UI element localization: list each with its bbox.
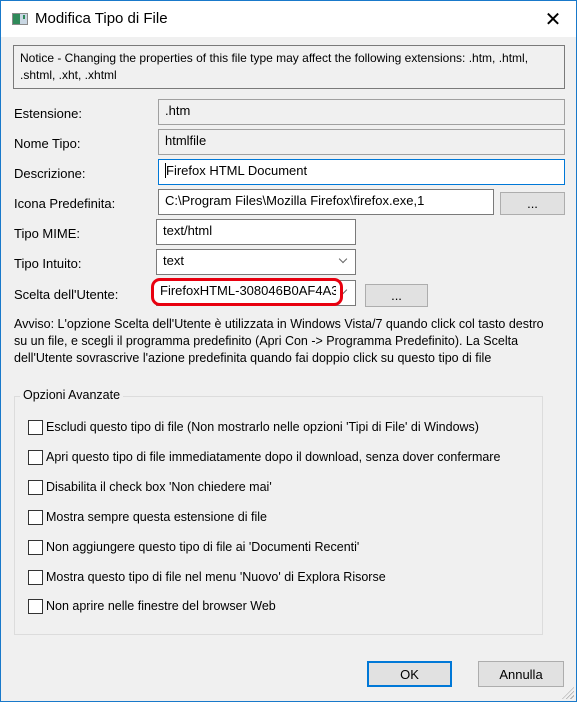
descrizione-value: Firefox HTML Document <box>166 163 308 178</box>
avviso-text: Avviso: L'opzione Scelta dell'Utente è u… <box>14 317 544 365</box>
option-show-in-new-menu[interactable]: Mostra questo tipo di file nel menu 'Nuo… <box>28 568 386 586</box>
option-exclude-file-type[interactable]: Escludi questo tipo di file (Non mostrar… <box>28 418 479 436</box>
close-button[interactable]: ✕ <box>530 1 576 37</box>
tipo-mime-label: Tipo MIME: <box>14 226 80 241</box>
option-label: Non aprire nelle finestre del browser We… <box>46 599 276 613</box>
nome-tipo-field: htmlfile <box>158 129 565 155</box>
red-highlight-annotation: FirefoxHTML-308046B0AF4A3 <box>151 278 343 306</box>
tipo-intuito-label: Tipo Intuito: <box>14 256 82 271</box>
option-always-show-extension[interactable]: Mostra sempre questa estensione di file <box>28 508 267 526</box>
dialog-title: Modifica Tipo di File <box>35 10 168 27</box>
checkbox[interactable] <box>28 449 43 465</box>
chevron-down-icon <box>339 255 349 265</box>
option-label: Apri questo tipo di file immediatamente … <box>46 450 501 464</box>
tipo-intuito-select[interactable]: text <box>156 249 356 275</box>
option-no-browser-window[interactable]: Non aprire nelle finestre del browser We… <box>28 597 276 615</box>
estensione-field: .htm <box>158 99 565 125</box>
ok-button[interactable]: OK <box>367 661 452 687</box>
notice-box: Notice - Changing the properties of this… <box>13 45 565 89</box>
descrizione-label: Descrizione: <box>14 166 86 181</box>
dialog-window: Modifica Tipo di File ✕ Notice - Changin… <box>0 0 577 702</box>
option-label: Disabilita il check box 'Non chiedere ma… <box>46 480 272 494</box>
cancel-button[interactable]: Annulla <box>478 661 564 687</box>
scelta-utente-label: Scelta dell'Utente: <box>14 287 119 302</box>
advanced-options-title: Opzioni Avanzate <box>20 388 124 402</box>
option-label: Non aggiungere questo tipo di file ai 'D… <box>46 540 360 554</box>
tipo-mime-input[interactable]: text/html <box>156 219 356 245</box>
option-label: Mostra questo tipo di file nel menu 'Nuo… <box>46 570 386 584</box>
title-bar[interactable]: Modifica Tipo di File ✕ <box>1 1 576 37</box>
checkbox[interactable] <box>28 539 43 555</box>
icona-browse-button[interactable]: ... <box>500 192 565 215</box>
resize-grip[interactable] <box>562 687 574 699</box>
checkbox[interactable] <box>28 509 43 525</box>
option-label: Mostra sempre questa estensione di file <box>46 510 267 524</box>
checkbox[interactable] <box>28 569 43 585</box>
scelta-utente-browse-button[interactable]: ... <box>365 284 428 307</box>
checkbox[interactable] <box>28 479 43 495</box>
app-window-icon <box>12 13 28 25</box>
checkbox[interactable] <box>28 419 43 435</box>
option-open-after-download[interactable]: Apri questo tipo di file immediatamente … <box>28 448 500 466</box>
checkbox[interactable] <box>28 598 43 614</box>
estensione-label: Estensione: <box>14 106 82 121</box>
close-icon: ✕ <box>544 7 562 31</box>
icona-predefinita-input[interactable]: C:\Program Files\Mozilla Firefox\firefox… <box>158 189 494 215</box>
scelta-utente-value: FirefoxHTML-308046B0AF4A3 <box>160 283 336 298</box>
descrizione-input[interactable]: Firefox HTML Document <box>158 159 565 185</box>
option-no-recent-docs[interactable]: Non aggiungere questo tipo di file ai 'D… <box>28 538 359 556</box>
nome-tipo-label: Nome Tipo: <box>14 136 81 151</box>
option-label: Escludi questo tipo di file (Non mostrar… <box>46 420 479 434</box>
icona-predefinita-label: Icona Predefinita: <box>14 196 116 211</box>
tipo-intuito-value: text <box>163 253 184 268</box>
option-disable-never-ask[interactable]: Disabilita il check box 'Non chiedere ma… <box>28 478 272 496</box>
